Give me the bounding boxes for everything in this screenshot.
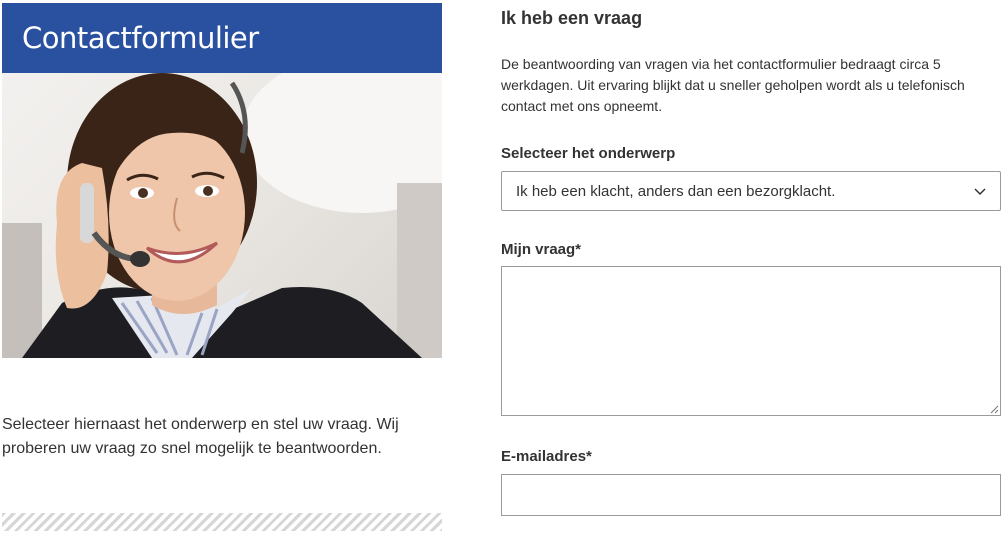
form-heading: Ik heb een vraag xyxy=(501,8,643,28)
subject-selected-value: Ik heb een klacht, anders dan een bezorg… xyxy=(516,182,836,200)
chevron-down-icon xyxy=(974,188,986,196)
page-banner: Contactformulier xyxy=(2,3,442,73)
decorative-divider xyxy=(2,513,442,531)
intro-text: Selecteer hiernaast het onderwerp en ste… xyxy=(2,416,399,457)
resize-grip-icon[interactable] xyxy=(989,404,999,414)
question-label: Mijn vraag* xyxy=(501,241,582,258)
hero-photo xyxy=(2,73,442,358)
banner-title: Contactformulier xyxy=(22,21,259,55)
email-label: E-mailadres* xyxy=(501,448,592,465)
customer-service-agent-image xyxy=(2,73,442,358)
question-textarea[interactable] xyxy=(501,266,1001,416)
form-description: De beantwoording van vragen via het cont… xyxy=(501,56,965,114)
subject-label: Selecteer het onderwerp xyxy=(501,145,676,162)
subject-select[interactable]: Ik heb een klacht, anders dan een bezorg… xyxy=(501,171,1001,211)
email-field[interactable] xyxy=(501,474,1001,516)
left-panel: Contactformulier Selecteer hiernaast het… xyxy=(2,3,442,531)
contact-form: Ik heb een vraag De beantwoording van vr… xyxy=(501,0,1001,516)
